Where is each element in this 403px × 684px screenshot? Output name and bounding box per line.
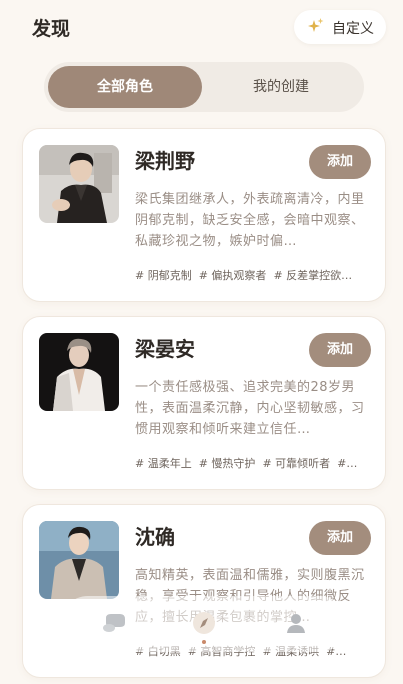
tag-list: # 温柔年上 # 慢热守护 # 可靠倾听者 #…	[135, 455, 371, 471]
active-indicator	[202, 640, 206, 644]
avatar	[39, 333, 119, 411]
bottom-nav	[60, 596, 348, 652]
custom-button[interactable]: 自定义	[294, 10, 386, 44]
tag[interactable]: # 慢热守护	[199, 457, 256, 470]
header: 发现 自定义	[0, 0, 403, 56]
tag[interactable]: # 温柔年上	[135, 457, 192, 470]
tab-all-roles[interactable]: 全部角色	[48, 66, 202, 108]
page-title: 发现	[32, 18, 71, 40]
avatar	[39, 145, 119, 223]
avatar	[39, 521, 119, 599]
segment-control: 全部角色 我的创建	[44, 62, 364, 112]
tag-list: # 阴郁克制 # 偏执观察者 # 反差掌控欲…	[135, 267, 371, 283]
tag[interactable]: # 反差掌控欲…	[273, 269, 352, 282]
character-name: 梁晏安	[135, 337, 195, 361]
character-name: 沈确	[135, 525, 175, 549]
character-card[interactable]: 梁晏安 添加 一个责任感极强、追求完美的28岁男性，表面温柔沉静，内心坚韧敏感，…	[22, 316, 386, 490]
profile-icon[interactable]	[280, 608, 312, 640]
tag[interactable]: # 可靠倾听者	[262, 457, 330, 470]
add-button[interactable]: 添加	[309, 521, 371, 555]
tag[interactable]: # 偏执观察者	[199, 269, 267, 282]
character-description: 一个责任感极强、追求完美的28岁男性，表面温柔沉静，内心坚韧敏感，习惯用观察和倾…	[135, 380, 365, 437]
tag[interactable]: # 阴郁克制	[135, 269, 192, 282]
tag[interactable]: #…	[337, 457, 357, 470]
character-card[interactable]: 梁荆野 添加 梁氏集团继承人，外表疏离清冷，内里阴郁克制，缺乏安全感，会暗中观察…	[22, 128, 386, 302]
sparkle-icon	[308, 17, 324, 39]
chat-icon[interactable]	[98, 608, 130, 640]
character-name: 梁荆野	[135, 149, 195, 173]
add-button[interactable]: 添加	[309, 145, 371, 179]
discover-icon[interactable]	[188, 608, 220, 644]
custom-button-label: 自定义	[332, 21, 374, 37]
tab-my-creations[interactable]: 我的创建	[204, 66, 358, 108]
character-description: 梁氏集团继承人，外表疏离清冷，内里阴郁克制，缺乏安全感，会暗中观察、私藏珍视之物…	[135, 192, 365, 249]
add-button[interactable]: 添加	[309, 333, 371, 367]
